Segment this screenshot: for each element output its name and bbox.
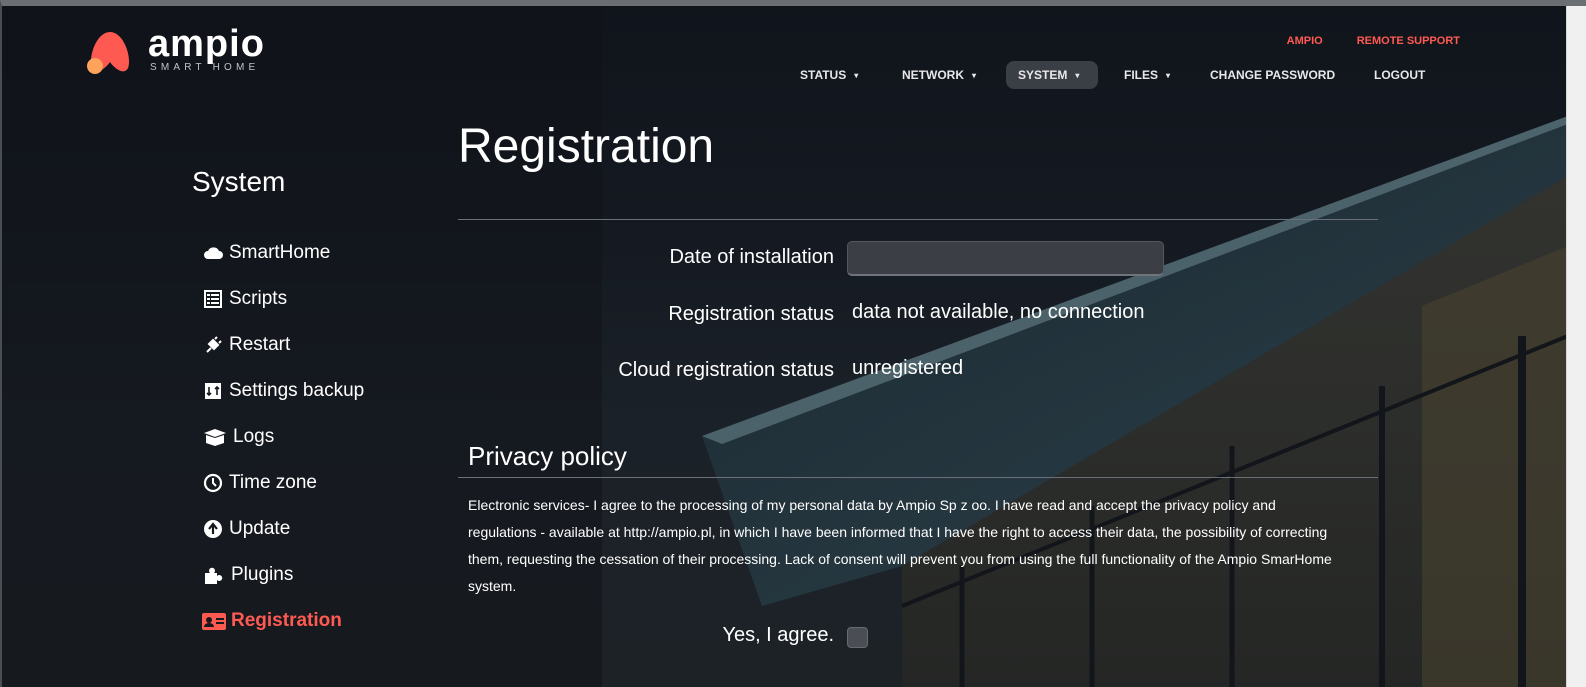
list-icon: [202, 288, 224, 310]
agree-checkbox[interactable]: [847, 627, 868, 648]
cloud-icon: [202, 242, 224, 264]
box-icon: [202, 426, 228, 448]
logo-wordmark: ampio: [148, 23, 265, 65]
nav-network[interactable]: NETWORK ▾: [890, 61, 1000, 89]
privacy-policy-text: Electronic services- I agree to the proc…: [468, 497, 1332, 594]
date-of-installation-label: Date of installation: [669, 246, 834, 268]
main-nav: STATUS ▾ NETWORK ▾ SYSTEM ▾ FILES ▾ CHAN…: [788, 61, 1443, 89]
top-links: AMPIO REMOTE SUPPORT: [1287, 35, 1460, 47]
plug-icon: [202, 334, 224, 356]
cloud-registration-status-value: unregistered: [852, 357, 964, 379]
chevron-down-icon: ▾: [854, 70, 859, 80]
sidebar-item-registration[interactable]: Registration: [202, 598, 364, 644]
registration-status-value: data not available, no connection: [852, 301, 1145, 323]
scrollbar[interactable]: [1566, 6, 1586, 687]
registration-status-label: Registration status: [668, 303, 834, 325]
nav-status[interactable]: STATUS ▾: [788, 61, 884, 89]
nav-logout-label: LOGOUT: [1374, 68, 1426, 82]
nav-system[interactable]: SYSTEM ▾: [1006, 61, 1098, 89]
sidebar-item-smarthome[interactable]: SmartHome: [202, 230, 364, 276]
privacy-policy-title: Privacy policy: [468, 441, 627, 471]
nav-status-label: STATUS: [800, 68, 847, 82]
sidebar-item-label: Logs: [233, 426, 275, 447]
sidebar-item-label: Settings backup: [229, 380, 365, 401]
agree-label: Yes, I agree.: [722, 624, 834, 646]
nav-files-label: FILES: [1124, 68, 1159, 82]
sidebar-menu: SmartHome Scripts Restart Settings backu…: [202, 230, 364, 644]
upload-icon: [202, 518, 224, 540]
nav-system-label: SYSTEM: [1018, 68, 1068, 82]
sidebar-title: System: [192, 166, 286, 197]
chevron-down-icon: ▾: [1166, 70, 1171, 80]
sidebar-item-label: Time zone: [229, 472, 317, 493]
logo-tagline: SMART HOME: [150, 62, 260, 73]
sidebar-item-scripts[interactable]: Scripts: [202, 276, 364, 322]
puzzle-icon: [202, 564, 226, 586]
remote-support-link[interactable]: REMOTE SUPPORT: [1357, 35, 1460, 47]
sidebar-item-label: Scripts: [229, 288, 288, 309]
sidebar-item-label: SmartHome: [229, 242, 331, 263]
nav-logout[interactable]: LOGOUT: [1362, 61, 1437, 89]
sidebar-item-label: Restart: [229, 334, 291, 355]
date-of-installation-input[interactable]: [847, 241, 1164, 276]
sidebar-item-settings-backup[interactable]: Settings backup: [202, 368, 364, 414]
clock-icon: [202, 472, 224, 494]
ampio-link[interactable]: AMPIO: [1287, 35, 1323, 47]
nav-change-password-label: CHANGE PASSWORD: [1210, 68, 1336, 82]
sidebar-item-time-zone[interactable]: Time zone: [202, 460, 364, 506]
sidebar-item-restart[interactable]: Restart: [202, 322, 364, 368]
browser-frame: ampio SMART HOME AMPIO REMOTE SUPPORT ST…: [0, 0, 1586, 687]
sidebar-item-label: Plugins: [231, 564, 294, 585]
divider: [458, 219, 1378, 220]
chevron-down-icon: ▾: [972, 70, 977, 80]
sidebar-item-plugins[interactable]: Plugins: [202, 552, 364, 598]
sidebar-item-update[interactable]: Update: [202, 506, 364, 552]
chevron-down-icon: ▾: [1075, 70, 1080, 80]
sidebar-item-label: Update: [229, 518, 291, 539]
divider: [458, 477, 1378, 478]
nav-network-label: NETWORK: [902, 68, 964, 82]
sidebar-item-label: Registration: [231, 610, 342, 631]
backup-icon: [202, 380, 224, 402]
nav-files[interactable]: FILES ▾: [1112, 61, 1192, 89]
nav-change-password[interactable]: CHANGE PASSWORD: [1198, 61, 1356, 89]
sidebar-item-logs[interactable]: Logs: [202, 414, 364, 460]
cloud-registration-status-label: Cloud registration status: [618, 359, 834, 381]
id-card-icon: [202, 610, 226, 632]
page-title: Registration: [458, 120, 715, 173]
logo-mark-icon: [87, 32, 130, 74]
ampio-logo[interactable]: ampio SMART HOME: [84, 23, 294, 78]
